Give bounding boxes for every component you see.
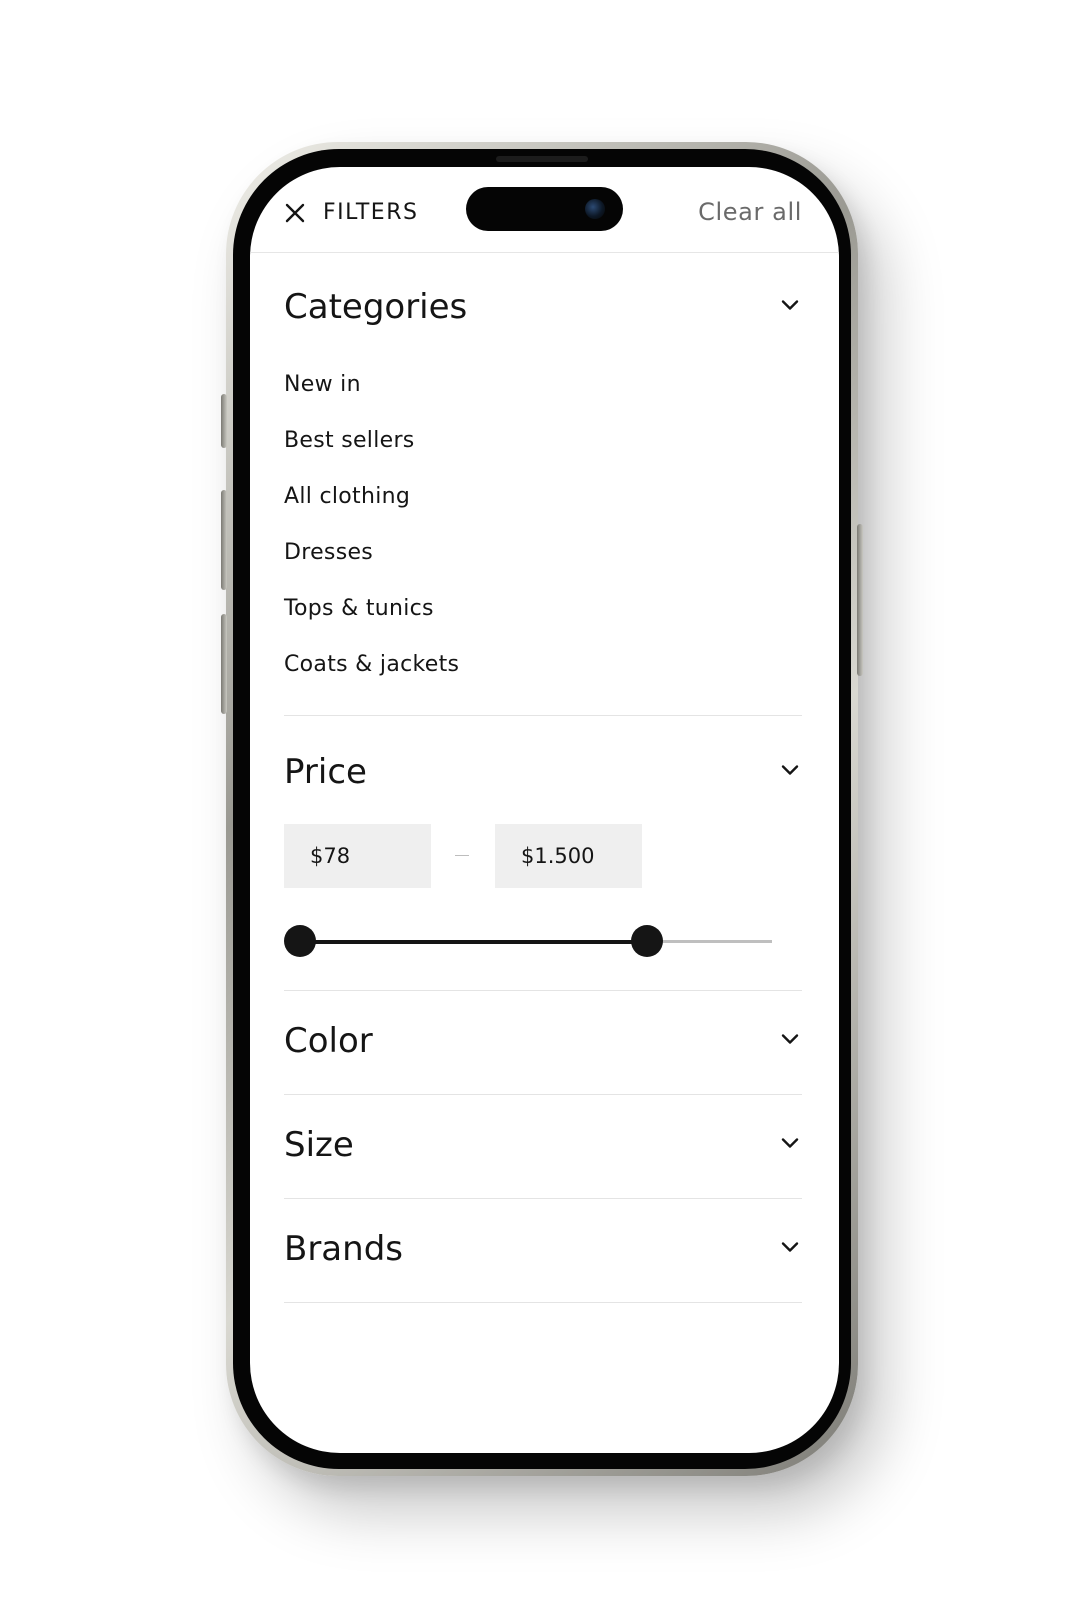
dynamic-island bbox=[466, 187, 623, 231]
section-title: Brands bbox=[284, 1229, 403, 1269]
chevron-down-icon bbox=[778, 758, 802, 782]
slider-selected-range bbox=[300, 940, 647, 944]
section-title: Size bbox=[284, 1125, 354, 1165]
category-item[interactable]: Dresses bbox=[284, 525, 802, 581]
size-header[interactable]: Size bbox=[284, 1095, 802, 1198]
price-range-slider[interactable] bbox=[284, 924, 772, 958]
clear-all-button[interactable]: Clear all bbox=[698, 195, 802, 229]
slider-min-handle[interactable] bbox=[284, 925, 316, 957]
section-color: Color bbox=[284, 991, 802, 1095]
price-body: $78 $1.500 bbox=[284, 824, 802, 990]
section-title: Color bbox=[284, 1021, 373, 1061]
price-range-dash bbox=[455, 855, 469, 856]
price-min-input[interactable]: $78 bbox=[284, 824, 431, 888]
section-price: Price $78 $1.500 bbox=[284, 716, 802, 991]
chevron-down-icon bbox=[778, 1235, 802, 1259]
category-item[interactable]: All clothing bbox=[284, 469, 802, 525]
category-item[interactable]: New in bbox=[284, 357, 802, 413]
categories-header[interactable]: Categories bbox=[284, 253, 802, 357]
section-title: Categories bbox=[284, 287, 468, 327]
brands-header[interactable]: Brands bbox=[284, 1199, 802, 1302]
chevron-down-icon bbox=[778, 1131, 802, 1155]
phone-screen: FILTERS Clear all Categories New in Best… bbox=[250, 167, 839, 1453]
price-max-input[interactable]: $1.500 bbox=[495, 824, 642, 888]
earpiece-speaker bbox=[496, 156, 588, 162]
action-button bbox=[221, 394, 227, 448]
chevron-down-icon bbox=[778, 1027, 802, 1051]
filters-content: Categories New in Best sellers All cloth… bbox=[284, 253, 802, 1303]
section-brands: Brands bbox=[284, 1199, 802, 1303]
category-item[interactable]: Coats & jackets bbox=[284, 637, 802, 693]
close-button[interactable] bbox=[283, 201, 307, 225]
category-list: New in Best sellers All clothing Dresses… bbox=[284, 357, 802, 715]
page-title: FILTERS bbox=[323, 200, 419, 225]
slider-max-handle[interactable] bbox=[631, 925, 663, 957]
front-camera bbox=[585, 199, 605, 219]
volume-up-button bbox=[221, 490, 227, 590]
volume-down-button bbox=[221, 614, 227, 714]
category-item[interactable]: Tops & tunics bbox=[284, 581, 802, 637]
section-size: Size bbox=[284, 1095, 802, 1199]
close-icon bbox=[285, 203, 305, 223]
category-item[interactable]: Best sellers bbox=[284, 413, 802, 469]
price-header[interactable]: Price bbox=[284, 716, 802, 824]
power-button bbox=[857, 524, 863, 676]
color-header[interactable]: Color bbox=[284, 991, 802, 1094]
section-categories: Categories New in Best sellers All cloth… bbox=[284, 253, 802, 716]
chevron-down-icon bbox=[778, 293, 802, 317]
section-title: Price bbox=[284, 752, 367, 792]
